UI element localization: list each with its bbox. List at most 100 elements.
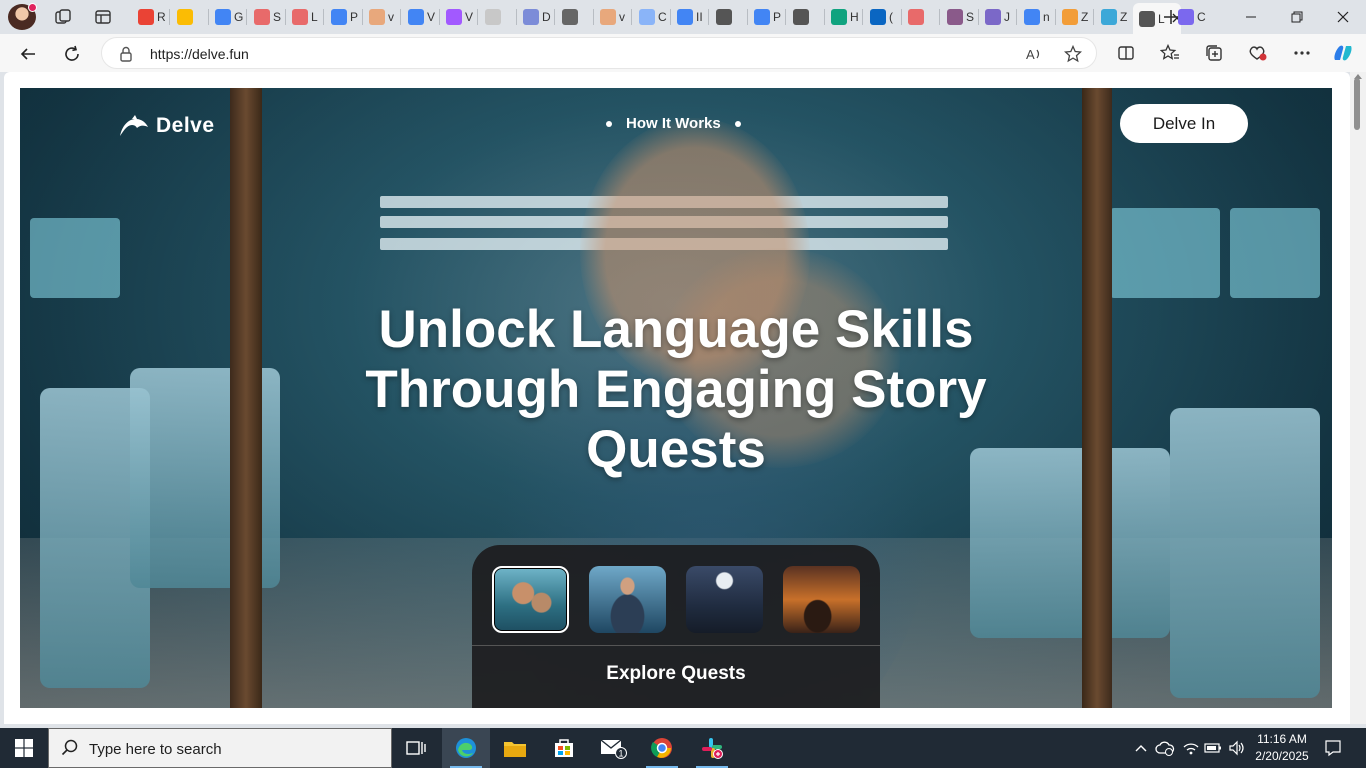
browser-tab[interactable]: n [1018, 5, 1054, 29]
tab-label: D [542, 10, 551, 24]
main-nav: How It Works [606, 115, 741, 132]
browser-tab[interactable] [479, 5, 515, 29]
browser-tab[interactable] [787, 5, 823, 29]
browser-tab[interactable]: P [748, 5, 784, 29]
more-options-icon[interactable] [1290, 41, 1314, 65]
favorites-icon[interactable] [1158, 41, 1182, 65]
quest-thumbnail-hospital[interactable] [492, 566, 569, 633]
browser-tab[interactable]: V [402, 5, 438, 29]
windows-icon [15, 739, 33, 757]
copilot-icon[interactable] [1331, 41, 1355, 65]
vercel-icon [716, 9, 732, 25]
quest-thumbnail-tech[interactable] [589, 566, 666, 633]
tab-separator [862, 9, 863, 25]
edge-taskbar-icon[interactable] [442, 728, 490, 768]
mail-badge: 1 [618, 749, 623, 759]
split-screen-icon[interactable] [1114, 41, 1138, 65]
browser-tab[interactable]: ( [864, 5, 900, 29]
list-icon [985, 9, 1001, 25]
favorite-star-icon[interactable] [1063, 44, 1083, 64]
read-aloud-icon[interactable]: A [1024, 44, 1044, 64]
url-text[interactable]: https://delve.fun [150, 46, 249, 62]
logo-text: Delve [156, 114, 215, 137]
file-explorer-icon[interactable] [491, 728, 539, 768]
tab-label: C [658, 10, 667, 24]
tab-label: L [311, 10, 318, 24]
start-button[interactable] [0, 728, 48, 768]
browser-tab[interactable] [171, 5, 207, 29]
notification-dot [28, 3, 37, 12]
dots-icon [908, 9, 924, 25]
browser-tab[interactable]: C [633, 5, 669, 29]
dots-icon [292, 9, 308, 25]
explore-quests-heading[interactable]: Explore Quests [472, 663, 880, 685]
bird-icon [947, 9, 963, 25]
tab-separator [939, 9, 940, 25]
wifi-icon[interactable] [1181, 738, 1201, 758]
browser-tab[interactable]: II [671, 5, 707, 29]
browser-toolbar: https://delve.fun A [0, 34, 1366, 72]
browser-essentials-icon[interactable] [1246, 41, 1270, 65]
collections-icon[interactable] [1202, 41, 1226, 65]
tab-separator [400, 9, 401, 25]
profile-avatar[interactable] [8, 3, 37, 30]
notifications-icon[interactable] [1323, 738, 1343, 758]
browser-tab[interactable] [902, 5, 938, 29]
tab-label: J [1004, 10, 1010, 24]
page-scrollbar[interactable] [1350, 72, 1366, 724]
close-window-button[interactable] [1320, 0, 1366, 34]
tab-separator [169, 9, 170, 25]
quest-thumbnail-street[interactable] [783, 566, 860, 633]
back-button[interactable] [14, 40, 42, 68]
search-icon [1024, 9, 1040, 25]
battery-icon[interactable] [1203, 738, 1223, 758]
browser-tab[interactable]: R [132, 5, 168, 29]
blank-doc-icon [485, 9, 501, 25]
new-tab-button[interactable] [1160, 6, 1182, 28]
address-bar[interactable]: https://delve.fun A [101, 37, 1097, 69]
browser-tab[interactable]: D [517, 5, 553, 29]
mail-icon[interactable]: 1 [589, 728, 637, 768]
tab-label: C [1197, 10, 1206, 24]
onedrive-sync-icon[interactable] [1155, 738, 1175, 758]
browser-tab[interactable]: H [825, 5, 861, 29]
browser-tab[interactable]: v [363, 5, 399, 29]
tab-actions-icon[interactable] [92, 6, 114, 28]
delve-in-button[interactable]: Delve In [1120, 104, 1248, 143]
gmail-icon [138, 9, 154, 25]
system-clock[interactable]: 11:16 AM 2/20/2025 [1250, 731, 1314, 765]
browser-tab[interactable]: L [286, 5, 322, 29]
restore-button[interactable] [1274, 0, 1320, 34]
browser-tab[interactable] [710, 5, 746, 29]
browser-tab[interactable]: J [979, 5, 1015, 29]
nav-link-how-it-works[interactable]: How It Works [626, 115, 721, 132]
browser-tab[interactable]: Z [1095, 5, 1131, 29]
refresh-button[interactable] [58, 40, 86, 68]
browser-tab[interactable]: v [594, 5, 630, 29]
site-logo[interactable]: Delve [118, 114, 215, 138]
quest-selector-panel: Explore Quests [472, 545, 880, 708]
quest-thumbnail-speech[interactable] [686, 566, 763, 633]
workspaces-icon[interactable] [52, 6, 74, 28]
tab-label: S [966, 10, 975, 24]
lock-icon[interactable] [119, 46, 133, 67]
show-hidden-icons[interactable] [1131, 738, 1151, 758]
task-view-icon[interactable] [392, 728, 440, 768]
browser-tab[interactable] [556, 5, 592, 29]
tab-label: Z [1081, 10, 1089, 24]
minimize-button[interactable] [1228, 0, 1274, 34]
browser-tab[interactable]: S [941, 5, 977, 29]
scroll-thumb[interactable] [1354, 78, 1360, 130]
chrome-taskbar-icon[interactable] [638, 728, 686, 768]
browser-tab[interactable]: V [440, 5, 476, 29]
taskbar-search[interactable]: Type here to search [48, 728, 392, 768]
browser-tab[interactable]: Z [1056, 5, 1092, 29]
browser-tab[interactable]: P [325, 5, 361, 29]
volume-icon[interactable] [1227, 738, 1247, 758]
slack-taskbar-icon[interactable] [688, 728, 736, 768]
browser-tab[interactable]: S [248, 5, 284, 29]
linkedin-icon [870, 9, 886, 25]
microsoft-store-icon[interactable] [540, 728, 588, 768]
panel-divider [472, 645, 880, 646]
browser-tab[interactable]: G [209, 5, 245, 29]
